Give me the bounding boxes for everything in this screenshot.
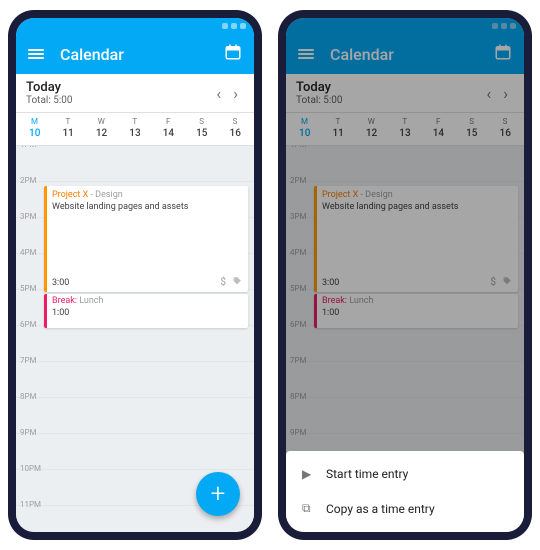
day-tue[interactable]: T11 — [51, 117, 84, 139]
calendar-icon[interactable] — [224, 43, 242, 65]
billable-icon: $ — [220, 277, 226, 288]
date-header: Today Total: 5:00 ‹ › — [16, 74, 254, 113]
date-title: Today — [26, 80, 210, 95]
event-project: Project X — [52, 190, 88, 200]
day-fri[interactable]: F14 — [152, 117, 185, 139]
event-duration: 1:00 — [52, 308, 242, 318]
menu-icon[interactable] — [28, 47, 44, 61]
hour-label: 2PM — [20, 176, 37, 185]
app-title: Calendar — [60, 45, 224, 64]
day-sun[interactable]: S16 — [219, 117, 252, 139]
event-description: Website landing pages and assets — [52, 202, 242, 212]
event-task: Lunch — [77, 296, 104, 306]
hour-label: 6PM — [20, 320, 37, 329]
hour-label: 9PM — [20, 428, 37, 437]
total-label: Total: 5:00 — [26, 95, 210, 106]
hour-label: 1PM — [20, 146, 37, 149]
start-time-entry-button[interactable]: ▶ Start time entry — [286, 457, 524, 491]
tag-icon — [232, 276, 242, 289]
event-duration: 3:00 — [52, 278, 220, 288]
bottom-sheet: ▶ Start time entry ⧉ Copy as a time entr… — [286, 451, 524, 532]
copy-icon: ⧉ — [302, 501, 326, 516]
phone-right: Calendar Today Total: 5:00 ‹ › M10 T11 W… — [278, 10, 532, 540]
week-row: M10 T11 W12 T13 F14 S15 S16 — [16, 113, 254, 146]
prev-day-button[interactable]: ‹ — [210, 84, 227, 103]
hour-label: 4PM — [20, 248, 37, 257]
hour-label: 11PM — [20, 500, 41, 509]
sheet-item-label: Start time entry — [326, 467, 408, 481]
day-wed[interactable]: W12 — [85, 117, 118, 139]
day-sat[interactable]: S15 — [185, 117, 218, 139]
event-break[interactable]: Break: Lunch 1:00 — [44, 294, 248, 328]
hour-label: 5PM — [20, 284, 37, 293]
event-task: - Design — [88, 190, 123, 200]
status-bar — [16, 18, 254, 34]
event-project-x[interactable]: Project X - Design Website landing pages… — [44, 186, 248, 292]
hour-label: 8PM — [20, 392, 37, 401]
screen-left: Calendar Today Total: 5:00 ‹ › M10 T11 W… — [16, 18, 254, 532]
phone-left: Calendar Today Total: 5:00 ‹ › M10 T11 W… — [8, 10, 262, 540]
day-thu[interactable]: T13 — [118, 117, 151, 139]
screen-right: Calendar Today Total: 5:00 ‹ › M10 T11 W… — [286, 18, 524, 532]
hour-label: 7PM — [20, 356, 37, 365]
hour-label: 10PM — [20, 464, 41, 473]
play-icon: ▶ — [302, 467, 326, 481]
next-day-button[interactable]: › — [227, 84, 244, 103]
event-project: Break: — [52, 296, 77, 306]
hour-label: 3PM — [20, 212, 37, 221]
copy-time-entry-button[interactable]: ⧉ Copy as a time entry — [286, 491, 524, 526]
day-mon[interactable]: M10 — [18, 117, 51, 139]
app-bar: Calendar — [16, 34, 254, 74]
fab-add[interactable]: + — [196, 472, 240, 516]
sheet-item-label: Copy as a time entry — [326, 502, 435, 516]
